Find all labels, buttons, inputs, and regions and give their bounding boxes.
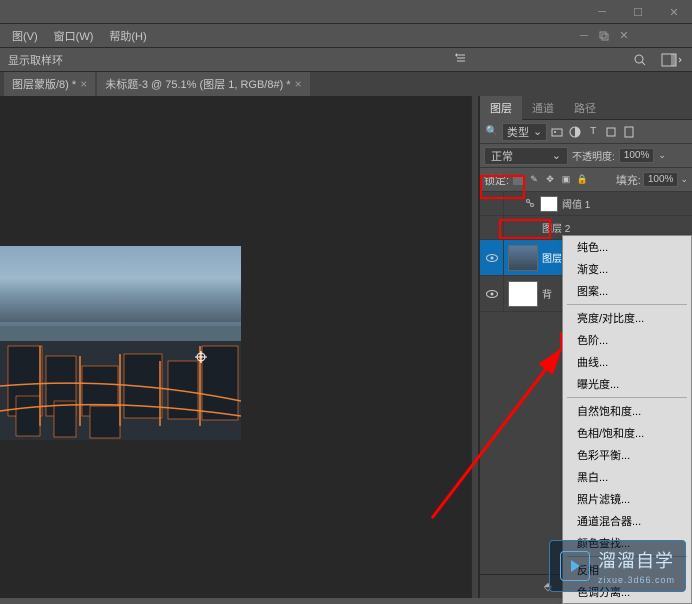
- tab-title: 未标题-3 @ 75.1% (图层 1, RGB/8#) *: [105, 76, 290, 92]
- chevron-down-icon[interactable]: ⌄: [658, 150, 666, 161]
- layer-thumbnail: [540, 196, 558, 212]
- option-sample-ring: 显示取样环: [8, 52, 63, 68]
- layer-row-threshold[interactable]: 阈值 1: [480, 192, 692, 216]
- menu-item-channel-mixer[interactable]: 通道混合器...: [563, 510, 691, 532]
- layer-name: 背: [542, 286, 552, 301]
- menu-item-exposure[interactable]: 曝光度...: [563, 373, 691, 395]
- close-icon[interactable]: ×: [295, 77, 302, 91]
- watermark: 溜溜自学 zixue.3d66.com: [549, 540, 686, 592]
- opacity-value[interactable]: 100%: [619, 148, 655, 163]
- menu-separator: [567, 397, 687, 398]
- document-tab-1[interactable]: 图层蒙版/8) * ×: [4, 72, 95, 96]
- chevron-down-icon: ⌄: [552, 149, 561, 162]
- panel-close-icon[interactable]: ✕: [616, 28, 632, 44]
- fill-value[interactable]: 100%: [643, 172, 679, 187]
- layer-thumbnail: [508, 245, 538, 271]
- menu-item-natural-saturation[interactable]: 自然饱和度...: [563, 400, 691, 422]
- layer-thumbnail: [508, 281, 538, 307]
- watermark-url: zixue.3d66.com: [598, 575, 675, 585]
- tab-layers[interactable]: 图层: [480, 96, 522, 120]
- lock-all-icon[interactable]: 🔒: [575, 173, 589, 187]
- link-icon[interactable]: [524, 199, 536, 209]
- eye-icon: [486, 290, 498, 298]
- close-button[interactable]: ✕: [656, 0, 692, 24]
- panel-resize-handle[interactable]: [471, 96, 479, 598]
- menu-separator: [567, 304, 687, 305]
- chevron-down-icon: ⌄: [533, 125, 542, 138]
- menu-item-pattern[interactable]: 图案...: [563, 280, 691, 302]
- menu-help[interactable]: 帮助(H): [101, 24, 154, 48]
- menu-item-color-balance[interactable]: 色彩平衡...: [563, 444, 691, 466]
- blend-mode-value: 正常: [491, 148, 513, 164]
- filter-kind-label: 类型: [507, 124, 529, 140]
- visibility-toggle[interactable]: [480, 216, 504, 239]
- maximize-button[interactable]: ☐: [620, 0, 656, 24]
- tab-title: 图层蒙版/8) *: [12, 76, 76, 92]
- play-icon: [560, 551, 590, 581]
- tab-paths[interactable]: 路径: [564, 96, 606, 120]
- filter-smart-icon[interactable]: [621, 124, 637, 140]
- visibility-toggle[interactable]: [480, 276, 504, 311]
- panel-toggle-icon[interactable]: [455, 52, 467, 67]
- menu-window[interactable]: 窗口(W): [46, 24, 102, 48]
- filter-text-icon[interactable]: T: [585, 124, 601, 140]
- lock-brush-icon[interactable]: ✎: [527, 173, 541, 187]
- menu-item-brightness[interactable]: 亮度/对比度...: [563, 307, 691, 329]
- layer-name: 图层 2: [542, 220, 570, 235]
- menu-item-bw[interactable]: 黑白...: [563, 466, 691, 488]
- lock-move-icon[interactable]: ✥: [543, 173, 557, 187]
- menu-item-levels[interactable]: 色阶...: [563, 329, 691, 351]
- panel-min-icon[interactable]: ─: [576, 28, 592, 44]
- canvas-image: [0, 246, 241, 440]
- filter-adjust-icon[interactable]: [567, 124, 583, 140]
- fill-label: 填充:: [616, 172, 641, 188]
- eye-icon: [486, 254, 498, 262]
- menu-item-curves[interactable]: 曲线...: [563, 351, 691, 373]
- menu-item-gradient[interactable]: 渐变...: [563, 258, 691, 280]
- search-icon[interactable]: 🔍: [484, 124, 500, 140]
- menu-item-photo-filter[interactable]: 照片滤镜...: [563, 488, 691, 510]
- workspace-menu-icon[interactable]: [660, 51, 684, 69]
- watermark-brand: 溜溜自学: [598, 547, 675, 573]
- blend-mode-select[interactable]: 正常 ⌄: [484, 147, 568, 165]
- menu-item-solid[interactable]: 纯色...: [563, 236, 691, 258]
- tab-channels[interactable]: 通道: [522, 96, 564, 120]
- chevron-down-icon[interactable]: ⌄: [680, 174, 688, 185]
- visibility-toggle[interactable]: [480, 240, 504, 275]
- search-icon[interactable]: [628, 51, 652, 69]
- close-icon[interactable]: ×: [80, 77, 87, 91]
- menu-view[interactable]: 图(V): [4, 24, 46, 48]
- visibility-toggle[interactable]: [480, 192, 504, 215]
- minimize-button[interactable]: ─: [584, 0, 620, 24]
- opacity-label: 不透明度:: [572, 148, 615, 163]
- filter-kind-select[interactable]: 类型 ⌄: [502, 123, 547, 141]
- lock-label: 锁定:: [484, 172, 509, 188]
- layer-name: 阈值 1: [562, 196, 590, 211]
- panel-max-icon[interactable]: [596, 28, 612, 44]
- canvas[interactable]: [0, 96, 471, 598]
- filter-shape-icon[interactable]: [603, 124, 619, 140]
- lock-pixels-icon[interactable]: [511, 173, 525, 187]
- menu-item-hue[interactable]: 色相/饱和度...: [563, 422, 691, 444]
- lock-artboard-icon[interactable]: ▣: [559, 173, 573, 187]
- filter-pixel-icon[interactable]: [549, 124, 565, 140]
- document-tab-2[interactable]: 未标题-3 @ 75.1% (图层 1, RGB/8#) * ×: [97, 72, 309, 96]
